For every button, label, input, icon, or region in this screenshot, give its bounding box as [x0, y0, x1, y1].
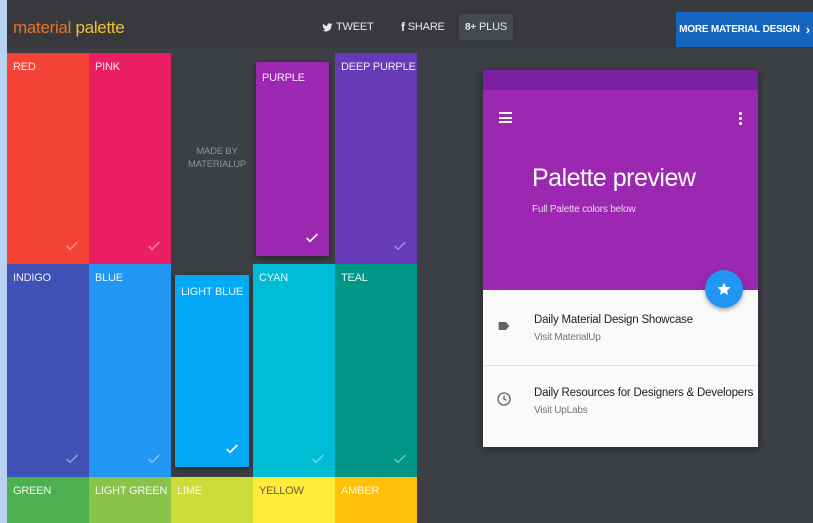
preview-title: Palette preview — [532, 164, 696, 192]
check-icon — [392, 451, 408, 467]
list-item[interactable]: Daily Material Design Showcase Visit Mat… — [483, 290, 758, 366]
color-name: CYAN — [259, 272, 288, 284]
color-tile-deep-purple[interactable]: DEEP PURPLE — [335, 53, 417, 264]
twitter-icon — [322, 22, 333, 31]
tweet-button[interactable]: TWEET — [316, 14, 380, 40]
color-tile-pink[interactable]: PINK — [89, 53, 171, 264]
preview-subtitle: Full Palette colors below — [532, 204, 636, 215]
share-label: SHARE — [407, 21, 445, 33]
color-name: TEAL — [341, 272, 368, 284]
made-by-materialup[interactable]: MADE BY MATERIALUP — [177, 145, 257, 171]
tweet-label: TWEET — [336, 21, 374, 33]
list-item[interactable]: Daily Resources for Designers & Develope… — [483, 367, 758, 443]
share-button[interactable]: f SHARE — [395, 14, 451, 40]
color-tile-green[interactable]: GREEN — [7, 477, 89, 523]
color-tile-indigo[interactable]: INDIGO — [7, 264, 89, 477]
check-icon — [224, 441, 240, 457]
color-name: YELLOW — [259, 485, 304, 497]
more-vert-icon[interactable] — [739, 112, 743, 126]
google-plus-icon: 8+ — [465, 21, 477, 33]
palette-preview-card: Palette preview Full Palette colors belo… — [483, 70, 758, 447]
logo-word-palette: palette — [75, 18, 125, 37]
color-name: LIGHT GREEN — [95, 485, 168, 497]
logo-word-material: material — [13, 18, 72, 37]
app-window: material palette TWEET f SHARE 8+ PLUS M… — [7, 0, 813, 523]
color-tile-red[interactable]: RED — [7, 53, 89, 264]
made-by-line2: MATERIALUP — [187, 159, 246, 170]
logo[interactable]: material palette — [13, 18, 125, 38]
check-icon — [64, 451, 80, 467]
check-icon — [146, 238, 162, 254]
color-tile-light-green[interactable]: LIGHT GREEN — [89, 477, 171, 523]
more-material-design-button[interactable]: MORE MATERIAL DESIGN › — [676, 12, 813, 47]
color-name: AMBER — [341, 485, 380, 497]
clock-icon — [496, 391, 512, 407]
top-bar: material palette TWEET f SHARE 8+ PLUS M… — [7, 0, 813, 48]
check-icon — [146, 451, 162, 467]
color-name: LIME — [177, 485, 202, 497]
color-name: INDIGO — [13, 272, 51, 284]
color-tile-cyan[interactable]: CYAN — [253, 264, 335, 477]
made-by-line1: MADE BY — [196, 146, 238, 157]
color-name: PURPLE — [262, 72, 305, 84]
preview-app-bar: Palette preview Full Palette colors belo… — [483, 70, 758, 290]
label-icon — [496, 318, 512, 334]
check-icon — [392, 238, 408, 254]
list-item-title: Daily Resources for Designers & Develope… — [534, 387, 754, 399]
color-tile-purple[interactable]: PURPLE — [256, 62, 329, 256]
color-name: RED — [13, 61, 36, 73]
color-name: BLUE — [95, 272, 123, 284]
color-name: GREEN — [13, 485, 52, 497]
list-item-title: Daily Material Design Showcase — [534, 314, 693, 326]
plus-label: PLUS — [479, 21, 507, 33]
check-icon — [64, 238, 80, 254]
facebook-icon: f — [401, 20, 405, 34]
color-tile-amber[interactable]: AMBER — [335, 477, 417, 523]
preview-status-bar — [483, 70, 758, 90]
list-item-subtitle: Visit MaterialUp — [534, 332, 601, 343]
check-icon — [304, 230, 320, 246]
menu-icon[interactable] — [499, 112, 512, 123]
color-tile-light-blue[interactable]: LIGHT BLUE — [175, 275, 249, 467]
chevron-right-icon: › — [805, 22, 810, 37]
color-tile-lime[interactable]: LIME — [171, 477, 253, 523]
color-tile-teal[interactable]: TEAL — [335, 264, 417, 477]
plus-button[interactable]: 8+ PLUS — [459, 14, 513, 40]
list-item-subtitle: Visit UpLabs — [534, 405, 588, 416]
more-material-design-label: MORE MATERIAL DESIGN — [679, 24, 800, 35]
check-icon — [310, 451, 326, 467]
color-tile-yellow[interactable]: YELLOW — [253, 477, 335, 523]
color-name: PINK — [95, 61, 120, 73]
color-name: LIGHT BLUE — [181, 286, 243, 298]
color-tile-blue[interactable]: BLUE — [89, 264, 171, 477]
color-name: DEEP PURPLE — [341, 61, 416, 73]
